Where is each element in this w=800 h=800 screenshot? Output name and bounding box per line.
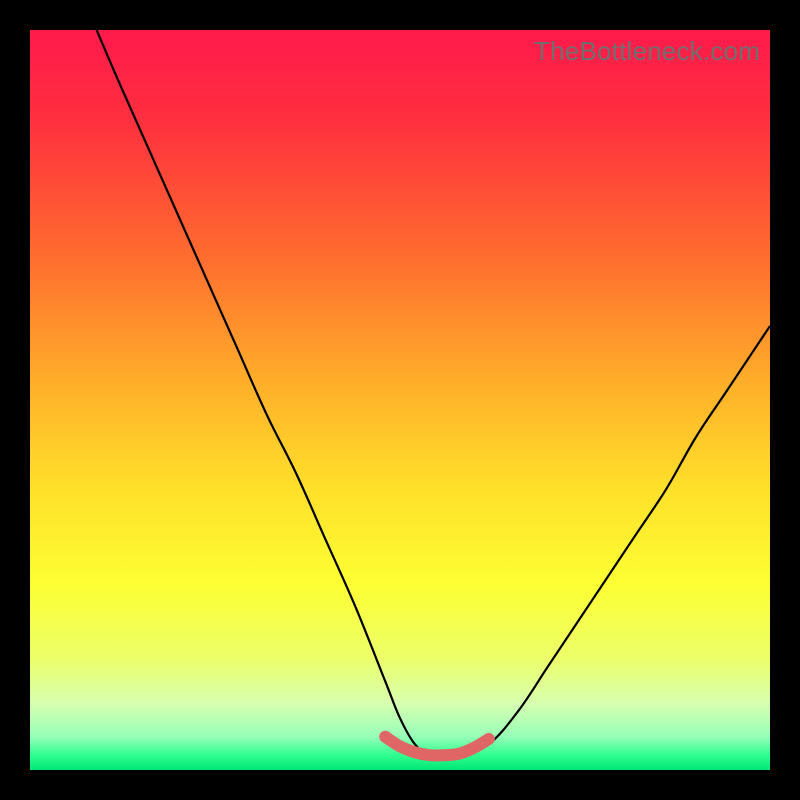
watermark-text: TheBottleneck.com	[534, 36, 760, 67]
gradient-background	[30, 30, 770, 770]
chart-frame: TheBottleneck.com	[0, 0, 800, 800]
chart-canvas	[30, 30, 770, 770]
plot-area: TheBottleneck.com	[30, 30, 770, 770]
